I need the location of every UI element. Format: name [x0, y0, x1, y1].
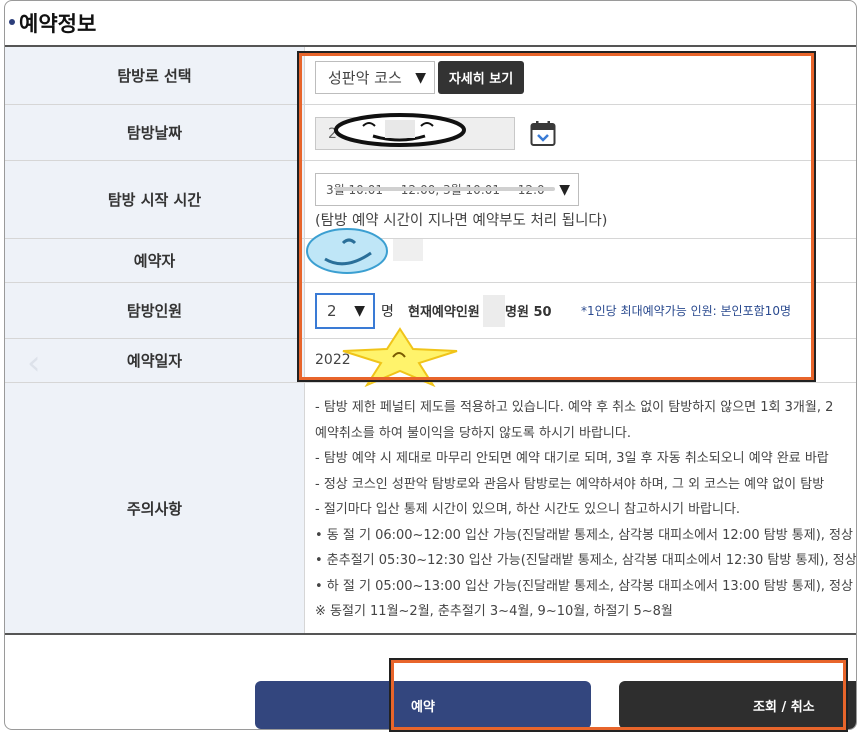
- notice-item: • 동 절 기 06:00~12:00 입산 가능(진달래밭 통제소, 삼각봉 …: [315, 527, 853, 543]
- notice-item: - 절기마다 입산 통제 시간이 있으며, 하산 시간도 있으니 참고하시기 바…: [315, 502, 741, 517]
- redaction-mark: [335, 187, 555, 191]
- reservation-date-label: 예약일자: [5, 339, 305, 382]
- star-sticker: [342, 327, 458, 387]
- reserver-content: [305, 228, 856, 282]
- redaction-block: [393, 239, 423, 261]
- reservation-date-row: 예약일자 2022: [5, 327, 856, 387]
- limit-note: *1인당 최대예약가능 인원: 본인포함10명: [581, 304, 791, 318]
- chevron-left-icon[interactable]: ‹: [27, 343, 41, 383]
- route-label: 탐방로 선택: [5, 47, 305, 104]
- route-detail-button[interactable]: 자세히 보기: [438, 61, 524, 94]
- notice-item: 예약취소를 하여 불이익을 당하지 않도록 하시기 바랍니다.: [315, 425, 631, 441]
- page-title: 예약정보: [19, 12, 97, 36]
- redaction-scribble: [334, 113, 466, 147]
- people-label: 탐방인원: [5, 283, 305, 338]
- notice-list: - 탐방 제한 페널티 제도를 적용하고 있습니다. 예약 후 취소 없이 탐방…: [315, 395, 857, 625]
- start-time-label: 탐방 시작 시간: [5, 161, 305, 238]
- notice-item: - 정상 코스인 성판악 탐방로와 관음사 탐방로는 예약하셔야 하며, 그 외…: [315, 476, 825, 492]
- notice-item: - 탐방 예약 시 제대로 마무리 안되면 예약 대기로 되며, 3일 후 자동…: [315, 451, 829, 466]
- people-select-value: 2: [327, 302, 337, 320]
- reserve-button-label: 예약: [411, 699, 435, 715]
- notice-content: - 탐방 제한 페널티 제도를 적용하고 있습니다. 예약 후 취소 없이 탐방…: [305, 383, 857, 633]
- reserve-button[interactable]: 예약: [255, 681, 591, 729]
- reservation-panel: 예약정보 탐방로 선택 성판악 코스 ▼ 자세히 보기 탐방날짜 2 탐방 시작…: [4, 0, 857, 730]
- notice-item: - 탐방 제한 페널티 제도를 적용하고 있습니다. 예약 후 취소 없이 탐방…: [315, 400, 834, 415]
- route-content: 성판악 코스 ▼ 자세히 보기: [305, 47, 856, 104]
- lookup-cancel-button[interactable]: 조회 / 취소: [619, 681, 856, 729]
- section-header: 예약정보: [5, 3, 856, 39]
- people-unit: 명: [381, 304, 394, 320]
- notice-item: • 하 절 기 05:00~13:00 입산 가능(진달래밭 통제소, 삼각봉 …: [315, 578, 853, 594]
- bullet-icon: [9, 19, 15, 25]
- reserver-row: 예약자: [5, 228, 856, 283]
- caret-down-icon: ▼: [415, 69, 426, 86]
- start-time-row: 탐방 시작 시간 3월 10:01 ~ 12:00, 3월 10:01 ~ 12…: [5, 161, 856, 239]
- date-label: 탐방날짜: [5, 105, 305, 160]
- caret-down-icon: ▼: [354, 303, 365, 319]
- redaction-sticker: [306, 228, 388, 274]
- notice-item: ※ 동절기 11월~2월, 춘추절기 3~4월, 9~10월, 하절기 5~8월: [315, 604, 673, 619]
- current-count-label: 현재예약인원: [408, 305, 480, 320]
- people-select[interactable]: 2 ▼: [315, 293, 375, 329]
- notice-row: 주의사항 - 탐방 제한 페널티 제도를 적용하고 있습니다. 예약 후 취소 …: [5, 383, 857, 635]
- current-count-value: 명원 50: [505, 305, 552, 320]
- route-select-value: 성판악 코스: [328, 69, 402, 87]
- lookup-cancel-button-label: 조회 / 취소: [753, 699, 815, 715]
- calendar-icon[interactable]: [530, 120, 556, 147]
- notice-label: 주의사항: [5, 383, 305, 633]
- reserver-label: 예약자: [5, 239, 305, 282]
- redaction-block: [483, 295, 505, 327]
- reservation-date-content: 2022: [305, 327, 856, 387]
- caret-down-icon: ▼: [557, 181, 570, 198]
- route-select[interactable]: 성판악 코스 ▼: [315, 61, 435, 94]
- route-row: 탐방로 선택 성판악 코스 ▼ 자세히 보기: [5, 47, 856, 105]
- notice-item: • 춘추절기 05:30~12:30 입산 가능(진달래밭 통제소, 삼각봉 대…: [315, 553, 857, 568]
